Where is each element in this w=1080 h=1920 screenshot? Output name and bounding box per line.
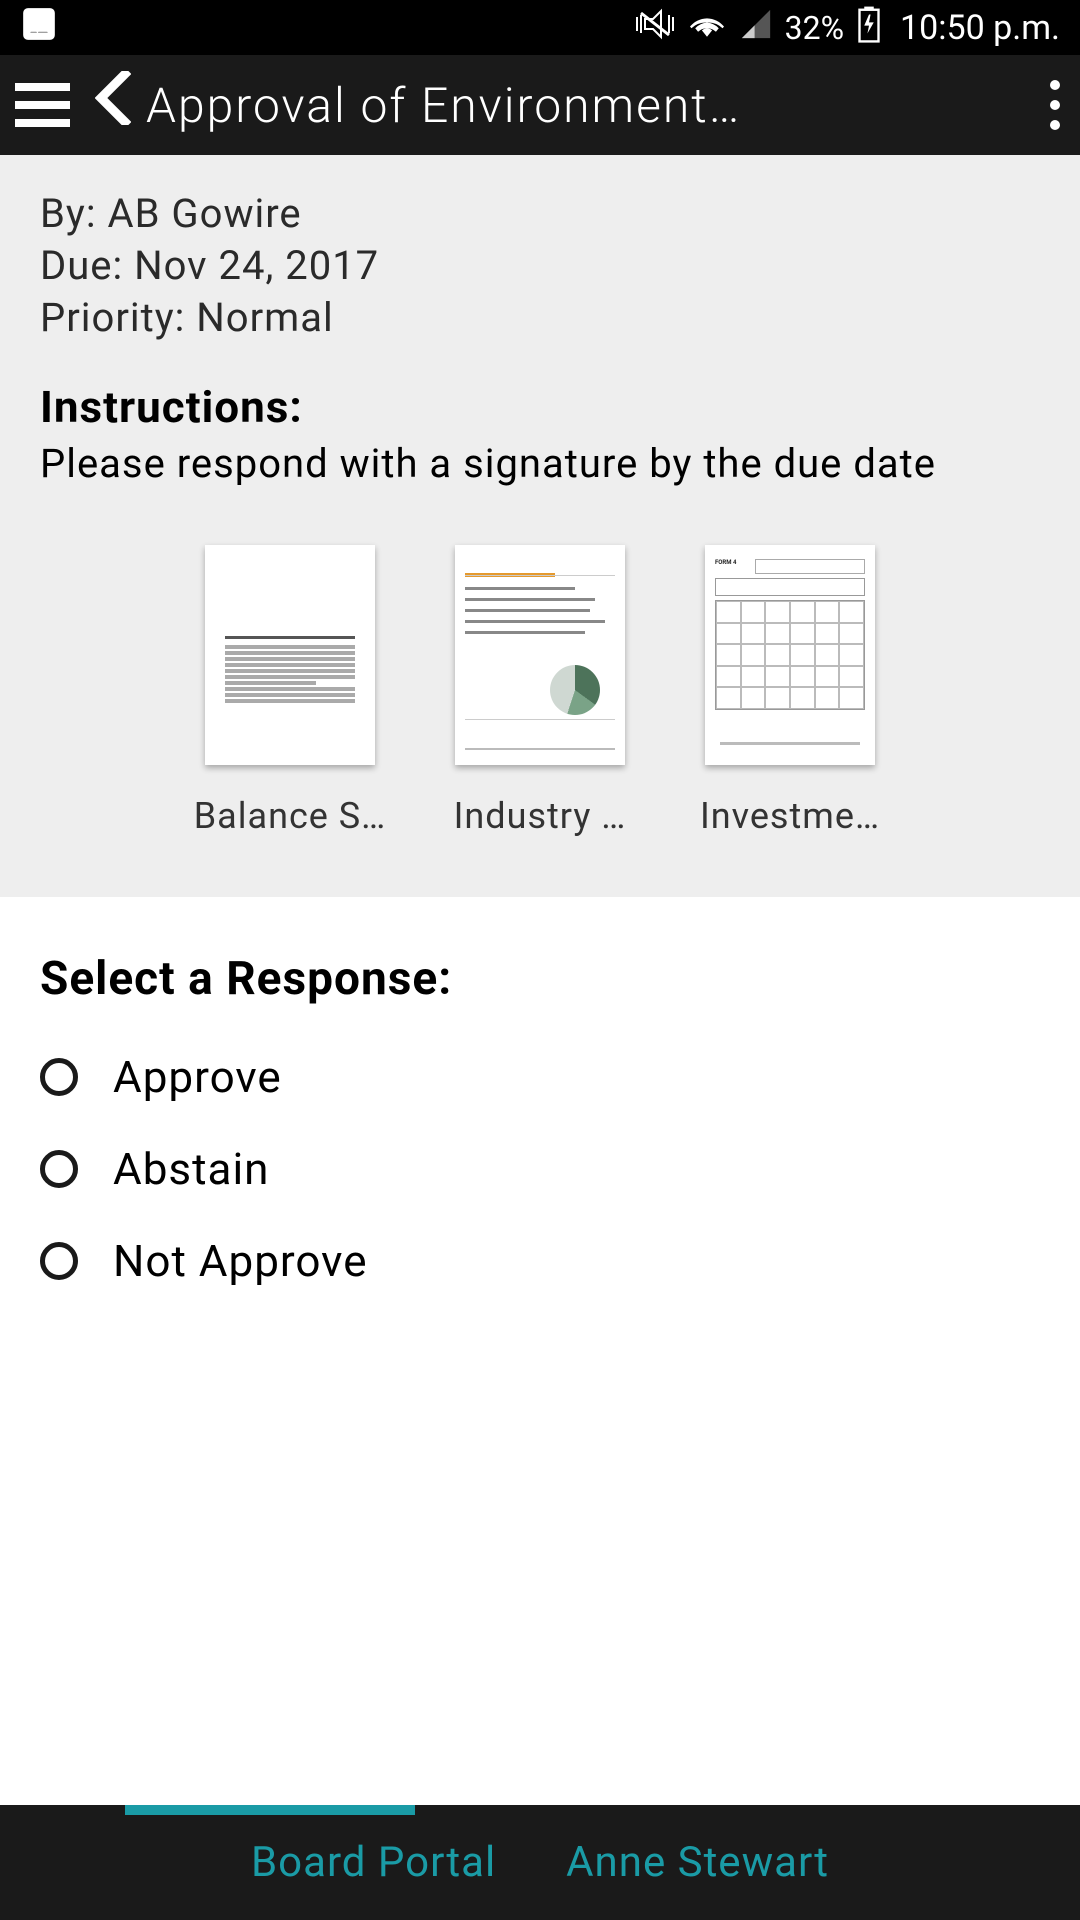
due-line: Due: Nov 24, 2017: [40, 242, 1040, 289]
battery-percent: 32%: [785, 9, 844, 47]
due-value: Nov 24, 2017: [134, 242, 379, 289]
instructions-body: Please respond with a signature by the d…: [40, 438, 1040, 490]
attachment-industry[interactable]: Industry …: [435, 545, 645, 837]
by-value: AB Gowire: [107, 190, 301, 237]
option-label: Abstain: [113, 1143, 269, 1195]
tab-user[interactable]: Anne Stewart: [566, 1838, 829, 1887]
vibrate-silent-icon: [635, 7, 675, 49]
page-title: Approval of Environment…: [146, 77, 1035, 134]
signal-icon: [739, 7, 773, 49]
due-label: Due:: [40, 242, 123, 289]
tab-board-portal[interactable]: Board Portal: [251, 1838, 496, 1887]
detail-panel: By: AB Gowire Due: Nov 24, 2017 Priority…: [0, 155, 1080, 897]
status-bar: 32% 10:50 p.m.: [0, 0, 1080, 55]
attachment-label: Balance S…: [185, 795, 395, 837]
priority-line: Priority: Normal: [40, 294, 1040, 341]
footer-nav: Board Portal Anne Stewart: [0, 1805, 1080, 1920]
radio-icon: [40, 1058, 78, 1096]
option-not-approve[interactable]: Not Approve: [40, 1235, 1040, 1287]
document-thumbnail-icon: [455, 545, 625, 765]
status-left: [20, 5, 58, 51]
app-header: Approval of Environment…: [0, 55, 1080, 155]
response-heading: Select a Response:: [40, 952, 1040, 1006]
option-approve[interactable]: Approve: [40, 1051, 1040, 1103]
back-icon[interactable]: [95, 71, 131, 139]
priority-label: Priority:: [40, 294, 185, 341]
clock-label: 10:50 p.m.: [900, 8, 1060, 48]
by-label: By:: [40, 190, 97, 237]
meta-block: By: AB Gowire Due: Nov 24, 2017 Priority…: [40, 190, 1040, 341]
active-tab-indicator: [125, 1805, 415, 1815]
option-label: Not Approve: [113, 1235, 368, 1287]
picture-icon: [20, 5, 58, 51]
attachment-investment[interactable]: FORM 4 Investme…: [685, 545, 895, 837]
priority-value: Normal: [196, 294, 333, 341]
hamburger-menu-icon[interactable]: [15, 80, 70, 130]
radio-icon: [40, 1242, 78, 1280]
attachment-balance-sheet[interactable]: Balance S…: [185, 545, 395, 837]
radio-icon: [40, 1150, 78, 1188]
attachments-row: Balance S… Industry …: [40, 545, 1040, 837]
option-abstain[interactable]: Abstain: [40, 1143, 1040, 1195]
status-right: 32% 10:50 p.m.: [635, 5, 1060, 51]
overflow-menu-icon[interactable]: [1045, 80, 1065, 130]
battery-charging-icon: [856, 5, 882, 51]
document-thumbnail-icon: FORM 4: [705, 545, 875, 765]
option-label: Approve: [113, 1051, 282, 1103]
response-section: Select a Response: Approve Abstain Not A…: [0, 897, 1080, 1805]
instructions-heading: Instructions:: [40, 381, 1040, 433]
attachment-label: Industry …: [435, 795, 645, 837]
document-thumbnail-icon: [205, 545, 375, 765]
response-options: Approve Abstain Not Approve: [40, 1051, 1040, 1287]
attachment-label: Investme…: [685, 795, 895, 837]
by-line: By: AB Gowire: [40, 190, 1040, 237]
wifi-icon: [687, 7, 727, 49]
